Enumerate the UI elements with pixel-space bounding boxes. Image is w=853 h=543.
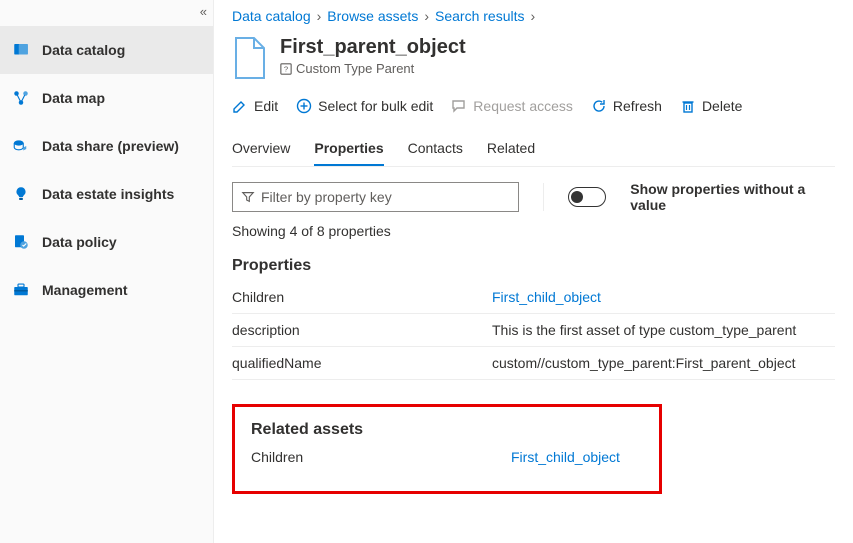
property-key: qualifiedName xyxy=(232,355,492,371)
bulk-edit-button[interactable]: Select for bulk edit xyxy=(296,98,433,114)
breadcrumb-link[interactable]: Search results xyxy=(435,8,524,24)
property-value-link[interactable]: First_child_object xyxy=(492,289,835,305)
related-heading: Related assets xyxy=(251,421,643,439)
sidebar-item-label: Data map xyxy=(42,90,105,106)
main-content: Data catalog › Browse assets › Search re… xyxy=(214,0,853,543)
tab-properties[interactable]: Properties xyxy=(314,132,383,166)
policy-icon xyxy=(12,233,30,251)
sidebar-item-management[interactable]: Management xyxy=(0,266,213,314)
filter-input-wrapper[interactable] xyxy=(232,182,519,212)
property-value: This is the first asset of type custom_t… xyxy=(492,322,835,338)
catalog-icon xyxy=(12,41,30,59)
related-key: Children xyxy=(251,449,511,465)
related-row: Children First_child_object xyxy=(251,449,643,465)
property-row: description This is the first asset of t… xyxy=(232,314,835,347)
tab-overview[interactable]: Overview xyxy=(232,132,290,166)
share-icon xyxy=(12,137,30,155)
tab-related[interactable]: Related xyxy=(487,132,535,166)
filter-icon xyxy=(241,190,255,204)
sidebar-item-insights[interactable]: Data estate insights xyxy=(0,170,213,218)
map-icon xyxy=(12,89,30,107)
sidebar-item-policy[interactable]: Data policy xyxy=(0,218,213,266)
tab-contacts[interactable]: Contacts xyxy=(408,132,463,166)
asset-title: First_parent_object xyxy=(280,36,466,59)
sidebar-item-map[interactable]: Data map xyxy=(0,74,213,122)
custom-type-icon: ? xyxy=(280,63,292,75)
property-row: qualifiedName custom//custom_type_parent… xyxy=(232,347,835,380)
properties-table: Children First_child_object description … xyxy=(232,281,835,380)
property-key: description xyxy=(232,322,492,338)
chevron-right-icon: › xyxy=(530,8,535,24)
refresh-button[interactable]: Refresh xyxy=(591,98,662,114)
chevron-right-icon: › xyxy=(317,8,322,24)
request-access-button: Request access xyxy=(451,98,573,114)
svg-text:?: ? xyxy=(284,64,288,73)
breadcrumb: Data catalog › Browse assets › Search re… xyxy=(232,8,835,24)
property-value: custom//custom_type_parent:First_parent_… xyxy=(492,355,835,371)
sidebar-item-catalog[interactable]: Data catalog xyxy=(0,26,213,74)
chevron-right-icon: › xyxy=(424,8,429,24)
show-empty-toggle[interactable] xyxy=(568,187,606,207)
showing-count: Showing 4 of 8 properties xyxy=(232,223,835,239)
sidebar-item-label: Data policy xyxy=(42,234,117,250)
related-value-link[interactable]: First_child_object xyxy=(511,449,643,465)
related-assets-box: Related assets Children First_child_obje… xyxy=(232,404,662,494)
toggle-label: Show properties without a value xyxy=(630,181,835,213)
delete-button[interactable]: Delete xyxy=(680,98,742,114)
filter-input[interactable] xyxy=(261,189,510,205)
divider xyxy=(543,183,544,211)
properties-heading: Properties xyxy=(232,257,835,275)
property-row: Children First_child_object xyxy=(232,281,835,314)
sidebar-item-share[interactable]: Data share (preview) xyxy=(0,122,213,170)
bulb-icon xyxy=(12,185,30,203)
toolbox-icon xyxy=(12,281,30,299)
sidebar-item-label: Data catalog xyxy=(42,42,125,58)
breadcrumb-link[interactable]: Data catalog xyxy=(232,8,311,24)
file-icon xyxy=(232,36,268,80)
asset-type-label: Custom Type Parent xyxy=(296,61,414,76)
collapse-sidebar-button[interactable]: « xyxy=(200,4,207,19)
sidebar: « Data catalog Data map Data share (prev… xyxy=(0,0,214,543)
sidebar-item-label: Data share (preview) xyxy=(42,138,179,154)
property-key: Children xyxy=(232,289,492,305)
sidebar-item-label: Data estate insights xyxy=(42,186,174,202)
breadcrumb-link[interactable]: Browse assets xyxy=(327,8,418,24)
edit-button[interactable]: Edit xyxy=(232,98,278,114)
sidebar-item-label: Management xyxy=(42,282,128,298)
